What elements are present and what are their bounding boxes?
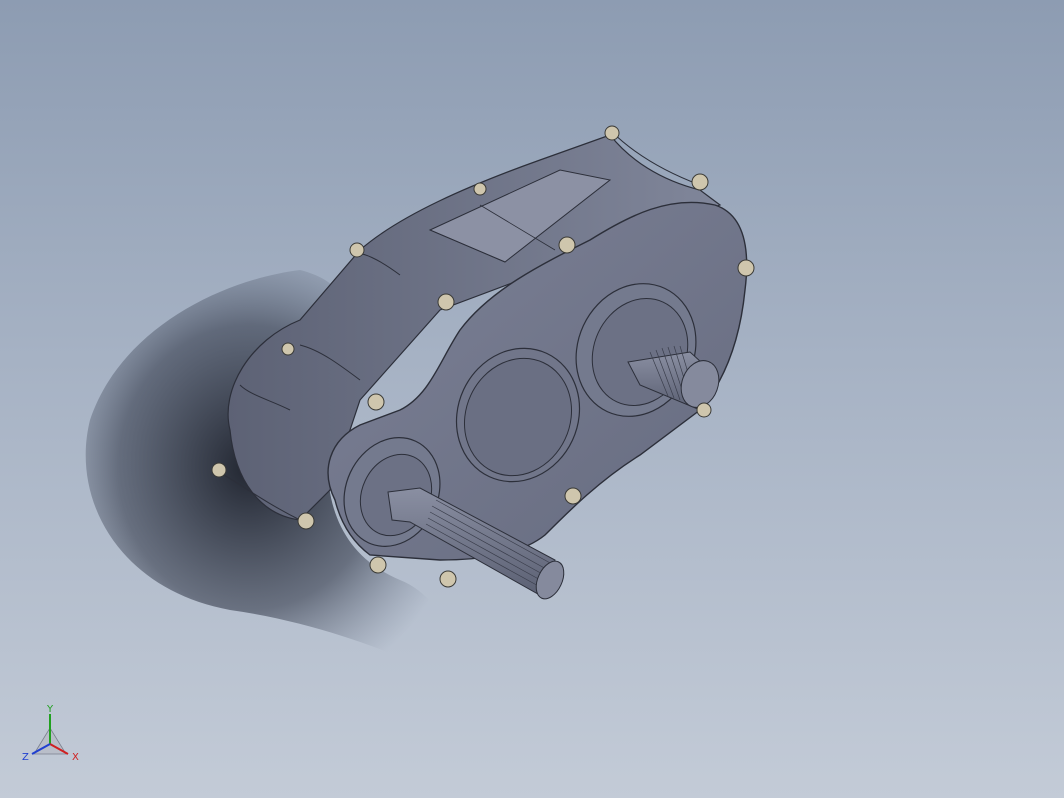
- triad-x-label: X: [72, 752, 79, 763]
- graphics-viewport[interactable]: Y X Z: [0, 0, 1064, 798]
- triad-y-label: Y: [46, 704, 54, 715]
- gearbox-model[interactable]: [0, 0, 1064, 798]
- triad-z-label: Z: [22, 752, 29, 763]
- axis-triad: Y X Z: [20, 704, 84, 768]
